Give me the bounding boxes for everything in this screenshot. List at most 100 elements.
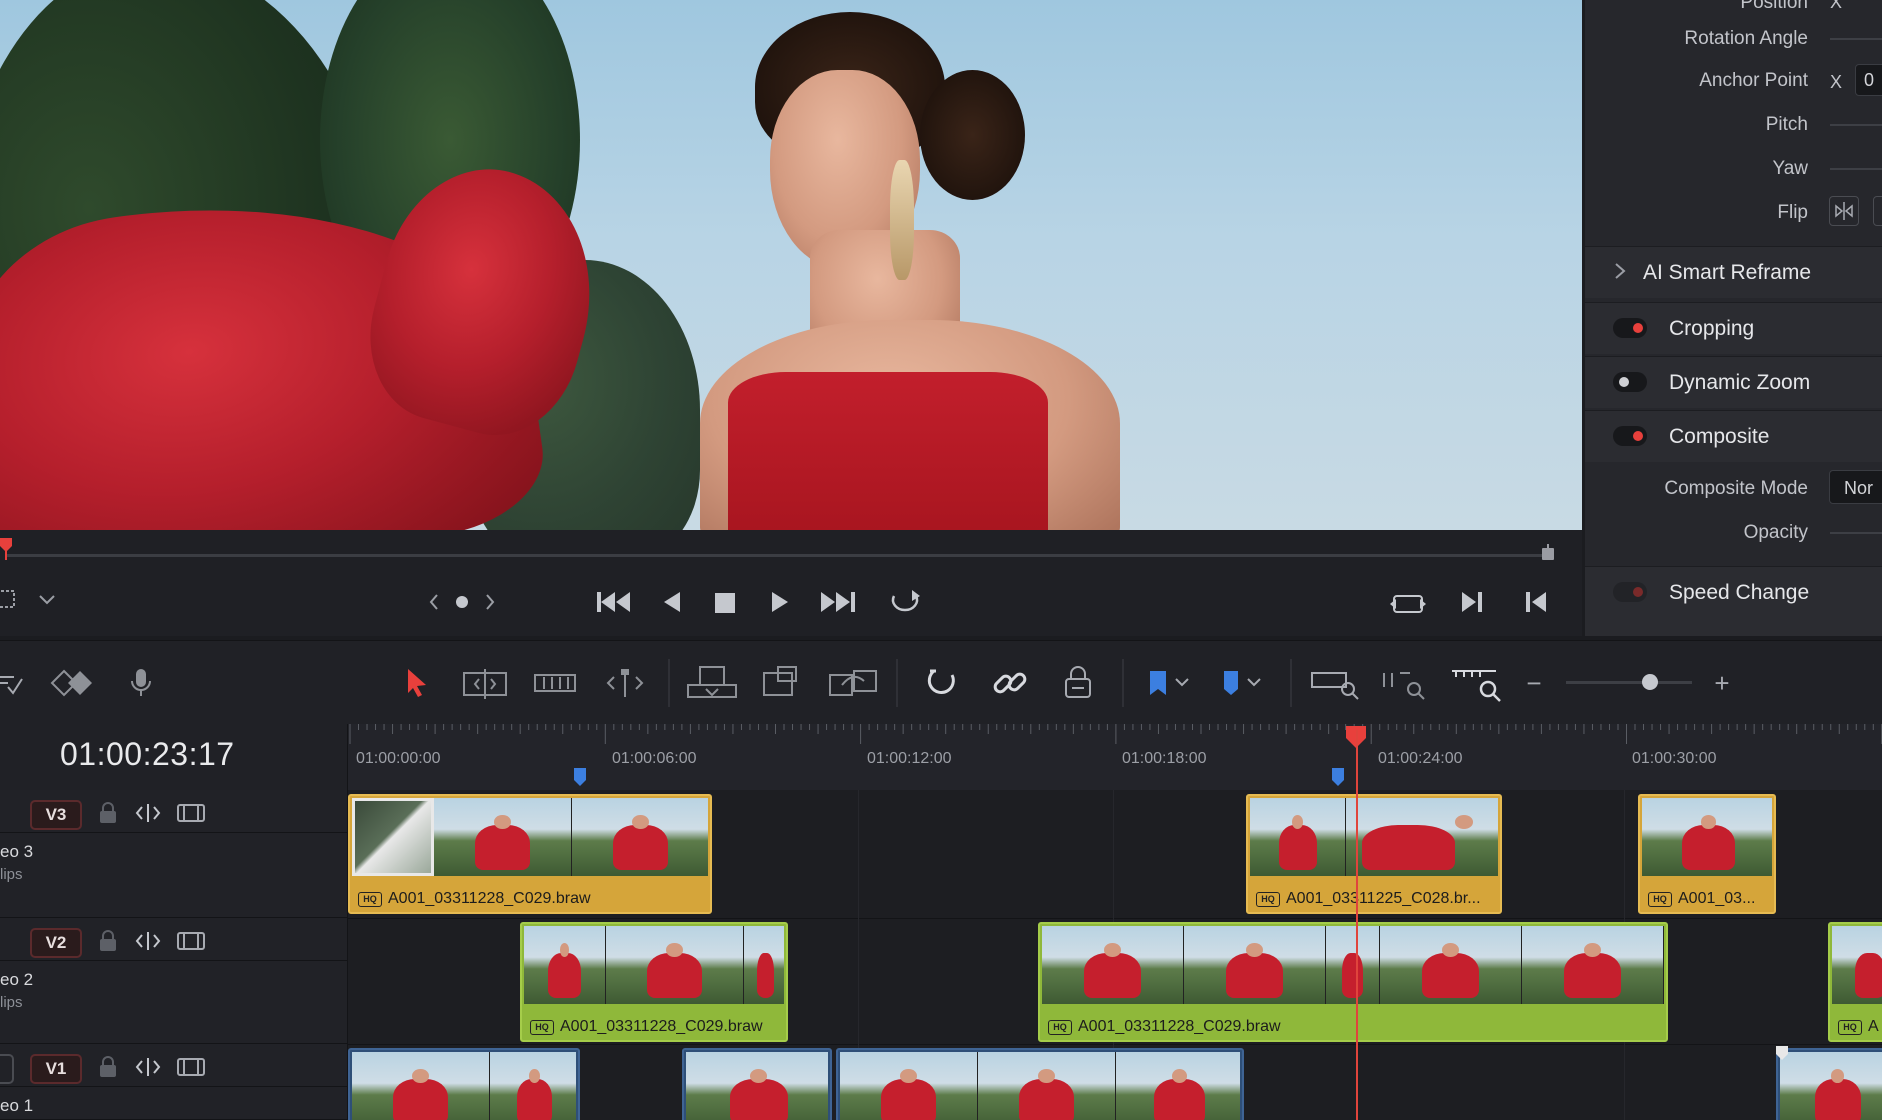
clip-v2-2[interactable]: HQ A001_03311228_C029.braw [1038, 922, 1668, 1042]
insert-clip-icon[interactable] [686, 663, 738, 703]
scrub-end-handle[interactable] [1541, 544, 1555, 560]
rotation-slider[interactable] [1830, 38, 1882, 40]
anchor-row: Anchor Point X 0 [1585, 62, 1882, 102]
play-reverse-icon[interactable] [662, 590, 682, 619]
zoom-out-button[interactable]: − [1522, 663, 1546, 703]
thumbnail [352, 798, 434, 876]
dynamic-trim-icon[interactable] [532, 663, 578, 703]
dynamic-zoom-toggle[interactable] [1613, 372, 1647, 392]
clip-v1-2[interactable] [682, 1048, 832, 1120]
linked-selection-icon[interactable] [990, 663, 1030, 703]
anchor-x-value: 0 [1864, 70, 1875, 90]
track-header-v1[interactable]: V1 eo 1 [0, 1044, 348, 1120]
toolbar-divider [1290, 659, 1292, 707]
ai-smart-reframe-section[interactable]: AI Smart Reframe [1585, 246, 1882, 298]
track-header-v3[interactable]: V3 eo 3 lips [0, 790, 348, 918]
position-lock-icon[interactable] [1060, 663, 1096, 703]
clip-v3-3[interactable]: HQ A001_03... [1638, 794, 1776, 914]
blue-marker[interactable] [574, 768, 586, 786]
clip-fade-handle[interactable] [1776, 1046, 1788, 1060]
track-id-badge[interactable]: V2 [30, 928, 82, 958]
zoom-detail-icon[interactable] [1380, 663, 1430, 703]
lock-icon[interactable] [98, 930, 118, 958]
overwrite-clip-icon[interactable] [760, 663, 804, 703]
film-strip-icon[interactable] [176, 1056, 206, 1084]
composite-section[interactable]: Composite [1585, 410, 1882, 462]
dynamic-zoom-section[interactable]: Dynamic Zoom [1585, 356, 1882, 408]
film-strip-icon[interactable] [176, 930, 206, 958]
clip-label: HQ A001_03311225_C028.br... [1256, 890, 1481, 908]
thumb-head [1454, 815, 1474, 830]
opacity-row: Opacity [1585, 512, 1882, 552]
clip-v1-4[interactable] [1776, 1048, 1882, 1120]
zoom-custom-icon[interactable] [1450, 663, 1504, 703]
cropping-toggle[interactable] [1613, 318, 1647, 338]
thumb-figure [516, 1078, 553, 1120]
cropping-section[interactable]: Cropping [1585, 302, 1882, 354]
clip-v3-1[interactable]: HQ A001_03311228_C029.braw [348, 794, 712, 914]
lock-icon[interactable] [98, 802, 118, 830]
film-strip-icon[interactable] [176, 802, 206, 830]
zoom-in-button[interactable]: + [1710, 663, 1734, 703]
resolve-edit-page: Position X Rotation Angle Anchor Point X… [0, 0, 1882, 1120]
loop-icon[interactable] [886, 588, 924, 621]
composite-mode-value: Nor [1844, 478, 1874, 498]
auto-select-icon[interactable] [134, 1056, 162, 1084]
selection-arrow-icon[interactable] [400, 663, 432, 703]
match-frame-icon[interactable] [1390, 592, 1426, 621]
track-id-badge[interactable]: V3 [30, 800, 82, 830]
play-icon[interactable] [770, 590, 790, 619]
timeline-playhead-line [1356, 730, 1358, 1120]
composite-toggle[interactable] [1613, 426, 1647, 446]
marker-color-icon[interactable] [1218, 663, 1274, 703]
flip-horizontal-icon[interactable] [1829, 196, 1859, 226]
track-id-badge[interactable]: V1 [30, 1054, 82, 1084]
blade-edit-icon[interactable] [600, 663, 650, 703]
zoom-slider[interactable] [1566, 674, 1692, 690]
clip-v2-1[interactable]: HQ A001_03311228_C029.braw [520, 922, 788, 1042]
hq-badge: HQ [530, 1019, 554, 1035]
blue-marker[interactable] [1332, 768, 1344, 786]
zoom-slider-handle[interactable] [1642, 674, 1658, 690]
clip-v1-1[interactable] [348, 1048, 580, 1120]
jog-control[interactable] [425, 592, 499, 617]
clip-name: A001_03311228_C029.braw [560, 1018, 763, 1035]
viewer-options-icon[interactable] [0, 588, 56, 617]
previous-edit-icon[interactable] [1524, 590, 1548, 619]
next-edit-icon[interactable] [1460, 590, 1484, 619]
flag-marker-icon[interactable] [1144, 663, 1200, 703]
thumb-figure [548, 952, 581, 998]
go-to-end-icon[interactable] [820, 590, 856, 619]
clip-v3-2[interactable]: HQ A001_03311225_C028.br... [1246, 794, 1502, 914]
auto-select-icon[interactable] [134, 930, 162, 958]
voiceover-microphone-icon[interactable] [124, 663, 160, 703]
clip-v1-3[interactable] [836, 1048, 1244, 1120]
composite-mode-select[interactable]: Nor [1829, 470, 1882, 504]
speed-change-section[interactable]: Speed Change [1585, 566, 1882, 636]
track-header-v2[interactable]: V2 eo 2 lips [0, 918, 348, 1044]
thumb-head [666, 943, 683, 958]
snapping-magnet-icon[interactable] [922, 663, 962, 703]
viewer-scrubber[interactable] [0, 530, 1582, 560]
yaw-slider[interactable] [1830, 168, 1882, 170]
speed-change-toggle[interactable] [1613, 582, 1647, 602]
pitch-slider[interactable] [1830, 124, 1882, 126]
flip-vertical-icon[interactable] [1873, 196, 1882, 226]
auto-select-icon[interactable] [134, 802, 162, 830]
anchor-x-field[interactable]: 0 [1855, 64, 1882, 96]
timeline-ruler[interactable]: 01:00:00:00 01:00:06:00 01:00:12:00 01:0… [348, 724, 1882, 790]
zoom-full-extent-icon[interactable] [1310, 663, 1360, 703]
trim-edit-icon[interactable] [460, 663, 510, 703]
replace-clip-icon[interactable] [826, 663, 880, 703]
timeline-view-options-icon[interactable] [0, 663, 32, 703]
go-to-start-icon[interactable] [596, 590, 632, 619]
lock-icon[interactable] [98, 1056, 118, 1084]
opacity-slider[interactable] [1830, 532, 1882, 534]
destination-control[interactable] [0, 1054, 14, 1084]
keyframe-icon[interactable] [50, 663, 96, 703]
scrub-playhead[interactable] [0, 538, 12, 560]
stop-icon[interactable] [714, 592, 736, 619]
thumbnail [606, 926, 744, 1004]
clip-v2-3[interactable]: HQ A [1828, 922, 1882, 1042]
track-name: eo 3 [0, 842, 34, 861]
